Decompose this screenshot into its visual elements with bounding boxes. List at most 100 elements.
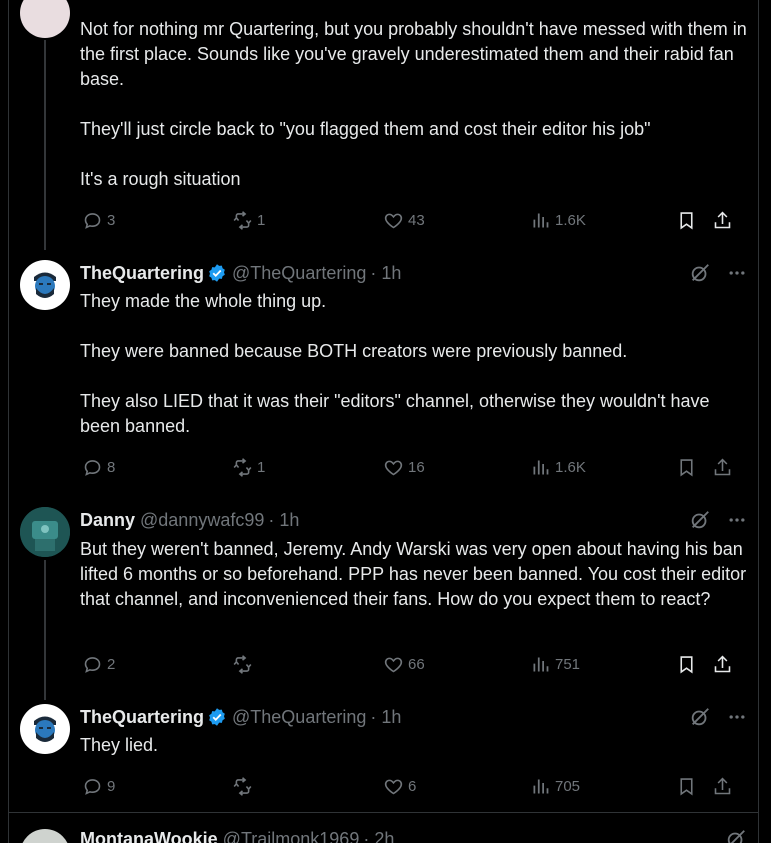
repost-icon [233, 654, 252, 674]
bookmark-button[interactable] [676, 455, 697, 479]
post-header: TheQuartering @TheQuartering · 1h [80, 705, 759, 729]
quartering-logo-icon [34, 272, 56, 298]
post-action-bar: 2 66 751 [80, 652, 759, 676]
reply-button[interactable]: 8 [82, 455, 115, 479]
like-button[interactable]: 43 [383, 208, 425, 232]
bookmark-button[interactable] [676, 208, 697, 232]
post-paragraph: They made the whole thing up. [80, 291, 327, 311]
repost-button[interactable] [232, 652, 253, 676]
reply-count: 9 [107, 777, 116, 795]
bookmark-button[interactable] [676, 652, 697, 676]
quartering-logo-icon [34, 716, 56, 742]
share-icon [714, 777, 731, 794]
avatar[interactable] [20, 829, 70, 843]
post-header-actions [689, 706, 747, 728]
more-icon[interactable] [727, 510, 747, 530]
like-count: 6 [408, 777, 417, 795]
post-header: TheQuartering @TheQuartering · 1h [80, 261, 759, 285]
reply-icon [84, 778, 101, 795]
like-button[interactable]: 6 [383, 774, 416, 798]
verified-badge-icon [209, 264, 225, 282]
grok-icon[interactable] [689, 509, 711, 531]
thread-connector-line [44, 40, 46, 250]
share-button[interactable] [712, 652, 733, 676]
user-handle[interactable]: @TheQuartering [232, 263, 366, 284]
post-timestamp[interactable]: · 1h [268, 510, 299, 531]
post-paragraph: They also LIED that it was their "editor… [80, 391, 710, 436]
bookmark-icon [680, 655, 693, 673]
reply-icon [84, 656, 101, 673]
bookmark-icon [680, 211, 693, 229]
like-button[interactable]: 16 [383, 455, 425, 479]
thread-connector-line [44, 560, 46, 700]
avatar[interactable] [20, 0, 70, 38]
avatar[interactable] [20, 507, 70, 557]
reply-button[interactable]: 9 [82, 774, 115, 798]
display-name[interactable]: TheQuartering [80, 707, 204, 728]
user-handle[interactable]: @Trailmonk1969 [223, 829, 360, 843]
bookmark-button[interactable] [676, 774, 697, 798]
grok-icon[interactable] [689, 262, 711, 284]
verified-badge-icon [209, 708, 225, 726]
post-paragraph: They lied. [80, 735, 159, 755]
views-button[interactable]: 1.6K [530, 208, 586, 232]
reply-button[interactable]: 3 [82, 208, 115, 232]
repost-icon [233, 210, 252, 230]
post-header: Danny @dannywafc99 · 1h [80, 508, 759, 532]
more-icon[interactable] [727, 707, 747, 727]
post-text: Not for nothing mr Quartering, but you p… [80, 17, 751, 192]
display-name[interactable]: MontanaWookie [80, 829, 218, 843]
like-button[interactable]: 66 [383, 652, 425, 676]
heart-icon [384, 657, 403, 672]
reply-count: 3 [107, 211, 116, 229]
more-icon[interactable] [727, 263, 747, 283]
heart-icon [384, 779, 403, 794]
grok-icon[interactable] [689, 706, 711, 728]
post-header-actions [689, 509, 747, 531]
repost-button[interactable]: 1 [232, 455, 265, 479]
post-action-bar: 9 6 705 [80, 774, 759, 798]
repost-button[interactable]: 1 [232, 208, 265, 232]
share-icon [714, 458, 731, 475]
share-button[interactable] [712, 774, 733, 798]
views-button[interactable]: 751 [530, 652, 580, 676]
views-count: 1.6K [555, 458, 586, 476]
share-icon [714, 211, 731, 228]
post-header: MontanaWookie @Trailmonk1969 · 2h [80, 827, 759, 843]
post-header-actions [689, 262, 747, 284]
post-text: They made the whole thing up. They were … [80, 289, 751, 439]
reply-count: 8 [107, 458, 116, 476]
views-icon [533, 213, 549, 227]
bookmark-icon [680, 777, 693, 795]
grok-icon[interactable] [725, 828, 747, 843]
views-count: 751 [555, 655, 581, 673]
post-text: But they weren't banned, Jeremy. Andy Wa… [80, 537, 751, 612]
display-name[interactable]: TheQuartering [80, 263, 204, 284]
heart-icon [384, 213, 403, 228]
views-button[interactable]: 1.6K [530, 455, 586, 479]
avatar[interactable] [20, 260, 70, 310]
post-timestamp[interactable]: · 1h [370, 707, 401, 728]
views-button[interactable]: 705 [530, 774, 580, 798]
views-count: 705 [555, 777, 581, 795]
reply-button[interactable]: 2 [82, 652, 115, 676]
thread-divider [9, 812, 758, 813]
post-action-bar: 3 1 43 1.6K [80, 208, 759, 232]
post-paragraph: But they weren't banned, Jeremy. Andy Wa… [80, 539, 747, 609]
bookmark-icon [680, 458, 693, 476]
avatar[interactable] [20, 704, 70, 754]
share-button[interactable] [712, 455, 733, 479]
display-name[interactable]: Danny [80, 510, 135, 531]
like-count: 16 [408, 458, 425, 476]
conversation-thread: Not for nothing mr Quartering, but you p… [0, 0, 771, 843]
user-handle[interactable]: @TheQuartering [232, 707, 366, 728]
repost-icon [233, 457, 252, 477]
post-paragraph: They were banned because BOTH creators w… [80, 341, 628, 361]
share-button[interactable] [712, 208, 733, 232]
repost-button[interactable] [232, 774, 253, 798]
post-paragraph: It's a rough situation [80, 169, 241, 189]
like-count: 43 [408, 211, 425, 229]
post-timestamp[interactable]: · 2h [363, 829, 394, 843]
user-handle[interactable]: @dannywafc99 [140, 510, 264, 531]
post-timestamp[interactable]: · 1h [370, 263, 401, 284]
